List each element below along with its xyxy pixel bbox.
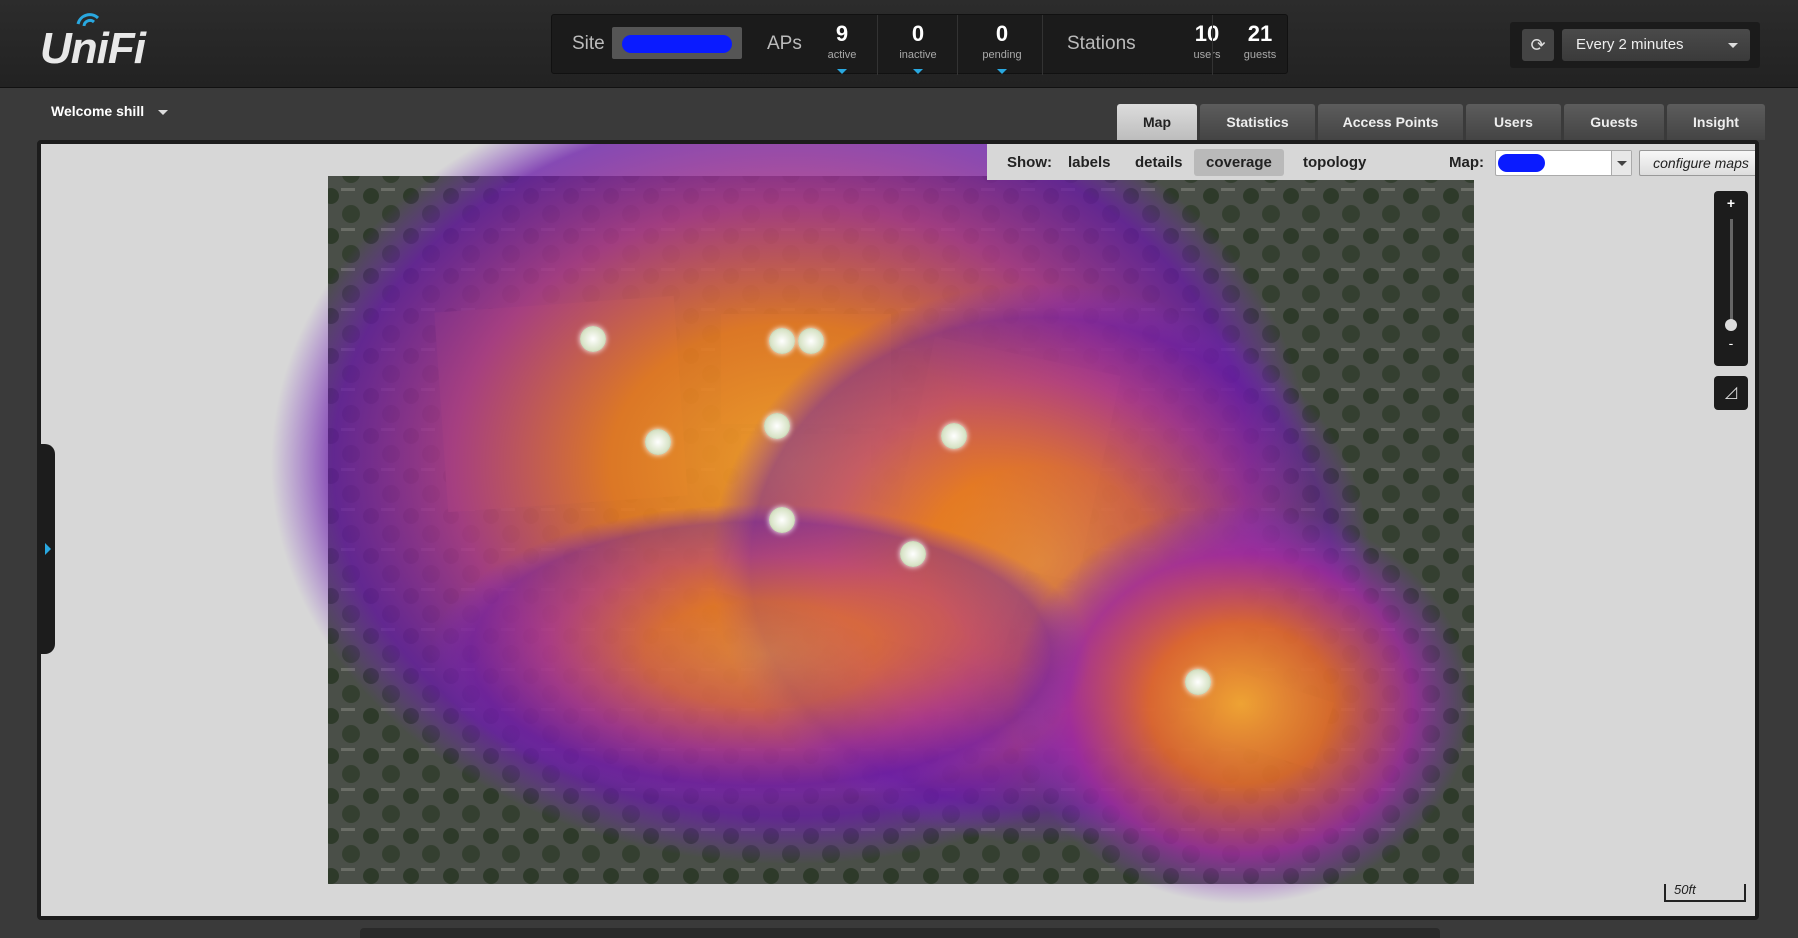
site-select[interactable]: [612, 27, 742, 59]
coverage-zone-southeast: [1011, 504, 1471, 904]
pending-caret-icon: [997, 69, 1007, 74]
active-label: active: [827, 49, 857, 61]
refresh-interval-value: Every 2 minutes: [1576, 36, 1684, 53]
guests-count: 21: [1247, 21, 1273, 46]
show-topology-toggle[interactable]: topology: [1303, 154, 1366, 171]
show-label: Show:: [1007, 154, 1052, 171]
access-point-icon[interactable]: [1185, 669, 1211, 695]
divider: [1212, 15, 1213, 75]
chevron-down-icon: [1611, 151, 1631, 175]
top-header: UniFi Site APs 9 active 0 inactive 0 pen…: [0, 0, 1798, 88]
coverage-zone-south: [431, 504, 1091, 804]
stations-label: Stations: [1067, 33, 1136, 54]
stats-bar: Site APs 9 active 0 inactive 0 pending S…: [551, 14, 1288, 75]
aps-label: APs: [767, 33, 802, 54]
inactive-count: 0: [911, 21, 925, 46]
show-coverage-toggle[interactable]: coverage: [1194, 149, 1284, 176]
refresh-icon[interactable]: ⟳: [1522, 29, 1554, 61]
chevron-right-icon: [45, 543, 51, 555]
tab-guests[interactable]: Guests: [1564, 104, 1664, 140]
access-point-icon[interactable]: [798, 328, 824, 354]
wifi-logo-icon: [76, 13, 100, 27]
refresh-interval-select[interactable]: Every 2 minutes: [1562, 29, 1750, 61]
access-point-icon[interactable]: [580, 326, 606, 352]
divider: [877, 15, 878, 75]
tab-users[interactable]: Users: [1466, 104, 1561, 140]
measure-icon[interactable]: ◿: [1714, 376, 1748, 410]
users-count: 10: [1194, 21, 1220, 46]
scale-label: 50ft: [1674, 882, 1696, 897]
map-label: Map:: [1449, 154, 1484, 171]
divider: [1042, 15, 1043, 75]
chevron-down-icon: [1728, 43, 1738, 48]
configure-maps-button[interactable]: configure maps: [1639, 150, 1755, 176]
zoom-control: + -: [1714, 191, 1748, 366]
zoom-in-button[interactable]: +: [1714, 195, 1748, 211]
bottom-bar: [360, 928, 1440, 938]
pending-count: 0: [995, 21, 1009, 46]
coverage-overlay: [271, 144, 1474, 904]
map-name-redaction: [1498, 154, 1545, 172]
users-label: users: [1193, 49, 1221, 61]
active-caret-icon: [837, 69, 847, 74]
tab-statistics[interactable]: Statistics: [1200, 104, 1315, 140]
inactive-caret-icon: [913, 69, 923, 74]
show-details-toggle[interactable]: details: [1135, 154, 1183, 171]
user-menu[interactable]: Welcome shill: [51, 103, 168, 119]
access-point-icon[interactable]: [764, 413, 790, 439]
site-label: Site: [572, 33, 605, 54]
access-point-icon[interactable]: [769, 507, 795, 533]
tab-access-points[interactable]: Access Points: [1318, 104, 1463, 140]
refresh-controls: ⟳ Every 2 minutes: [1510, 22, 1760, 68]
pending-label: pending: [982, 49, 1022, 61]
inactive-label: inactive: [899, 49, 937, 61]
access-point-icon[interactable]: [769, 328, 795, 354]
divider: [957, 15, 958, 75]
chevron-down-icon: [158, 109, 168, 115]
map-panel: Show: labels details coverage topology M…: [37, 140, 1759, 920]
site-redaction: [622, 35, 732, 53]
main-tabs: Map Statistics Access Points Users Guest…: [1117, 104, 1768, 140]
map-toolbar: Show: labels details coverage topology M…: [987, 144, 1755, 180]
tab-map[interactable]: Map: [1117, 104, 1197, 140]
zoom-slider-handle[interactable]: [1725, 319, 1737, 331]
zoom-slider-track[interactable]: [1730, 219, 1733, 329]
access-point-icon[interactable]: [900, 541, 926, 567]
show-labels-toggle[interactable]: labels: [1068, 154, 1111, 171]
access-point-icon[interactable]: [645, 429, 671, 455]
sidebar-toggle-handle[interactable]: [41, 444, 55, 654]
active-count: 9: [835, 21, 849, 46]
zoom-out-button[interactable]: -: [1714, 335, 1748, 351]
map-select[interactable]: [1495, 150, 1632, 176]
guests-label: guests: [1243, 49, 1277, 61]
access-point-icon[interactable]: [941, 423, 967, 449]
unifi-logo: UniFi: [40, 24, 146, 73]
tab-insight[interactable]: Insight: [1667, 104, 1765, 140]
welcome-text: Welcome shill: [51, 103, 145, 119]
map-scale: 50ft: [1664, 882, 1746, 902]
